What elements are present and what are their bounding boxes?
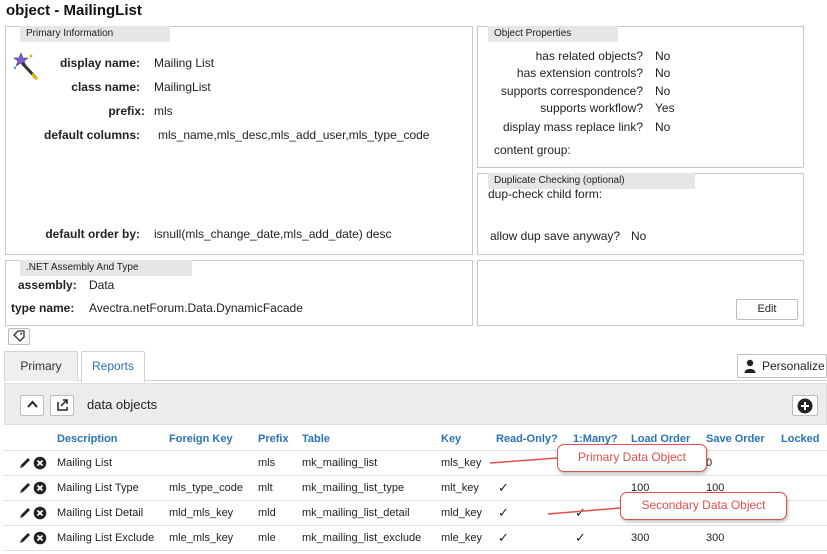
- primary-data-object-callout: Primary Data Object: [557, 444, 707, 472]
- secondary-data-object-callout: Secondary Data Object: [620, 492, 787, 520]
- primary-callout-arrow: [489, 457, 558, 464]
- secondary-callout-arrow: [547, 507, 621, 515]
